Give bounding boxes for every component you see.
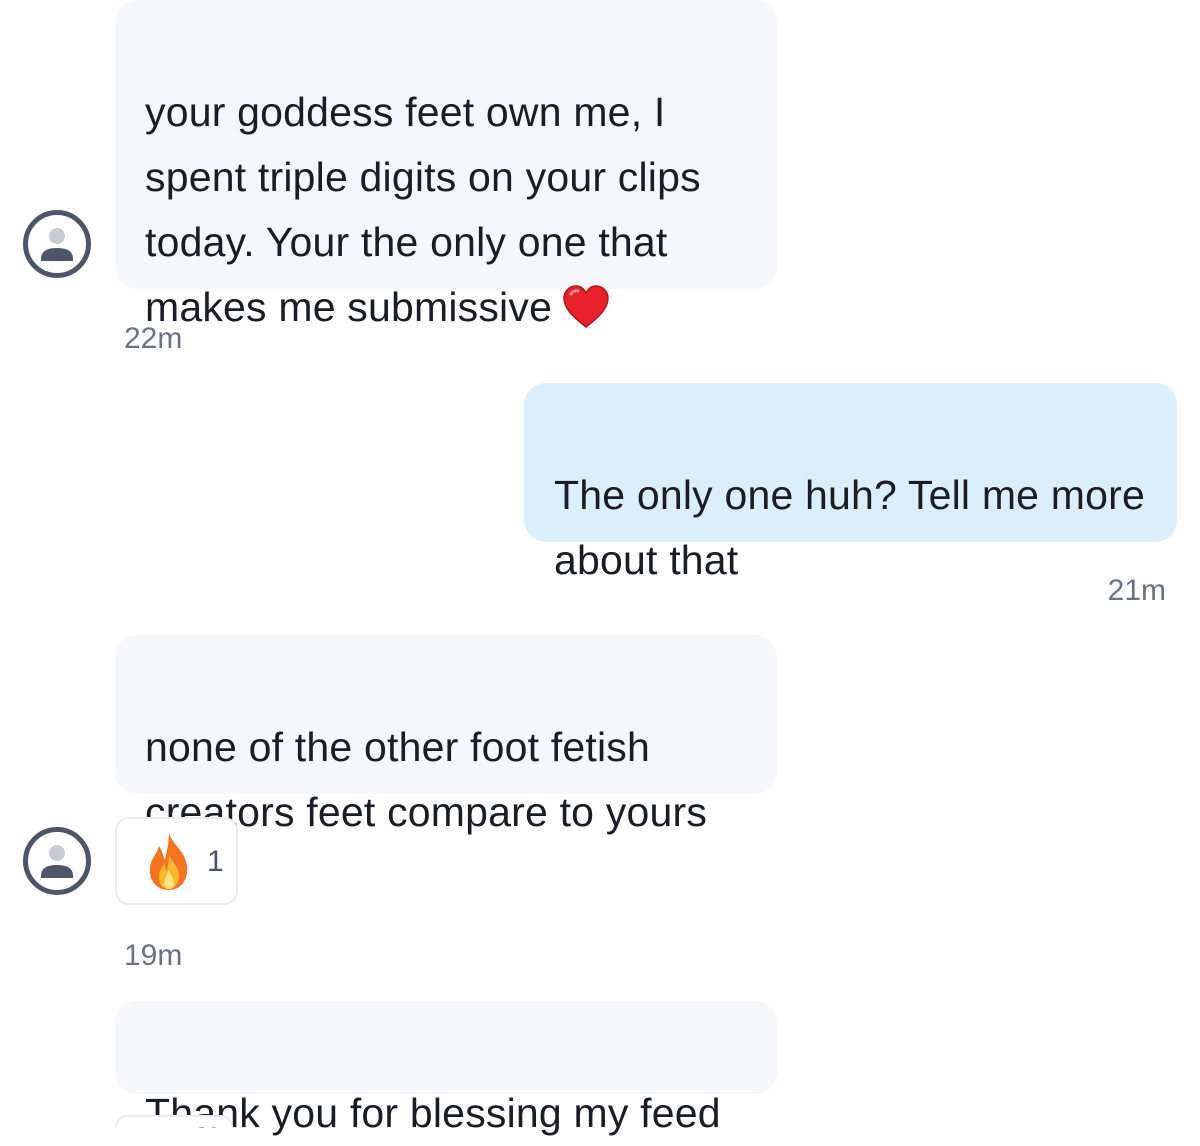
- message-text: Thank you for blessing my feed: [145, 1090, 721, 1136]
- message-bubble-incoming[interactable]: Thank you for blessing my feed: [115, 1001, 777, 1136]
- message-timestamp: 19m: [124, 939, 183, 972]
- message-timestamp: 21m: [1107, 574, 1166, 607]
- partial-reaction-chip[interactable]: [115, 1115, 233, 1127]
- sender-avatar-icon[interactable]: [23, 210, 91, 278]
- reaction-count: 1: [207, 845, 224, 878]
- message-text: your goddess feet own me, I spent triple…: [145, 89, 701, 330]
- message-bubble-incoming[interactable]: your goddess feet own me, I spent triple…: [115, 0, 777, 330]
- message-timestamp: 22m: [124, 322, 183, 355]
- fire-icon: [149, 832, 188, 890]
- message-bubble-outgoing[interactable]: The only one huh? Tell me more about tha…: [524, 383, 1177, 583]
- message-text: The only one huh? Tell me more about tha…: [554, 472, 1145, 583]
- reaction-chip[interactable]: 1: [115, 817, 238, 905]
- sender-avatar-icon[interactable]: [23, 827, 91, 895]
- message-bubble-incoming[interactable]: none of the other foot fetish creators f…: [115, 635, 777, 835]
- red-heart-icon: [563, 285, 609, 328]
- chat-thread: your goddess feet own me, I spent triple…: [0, 0, 1200, 1136]
